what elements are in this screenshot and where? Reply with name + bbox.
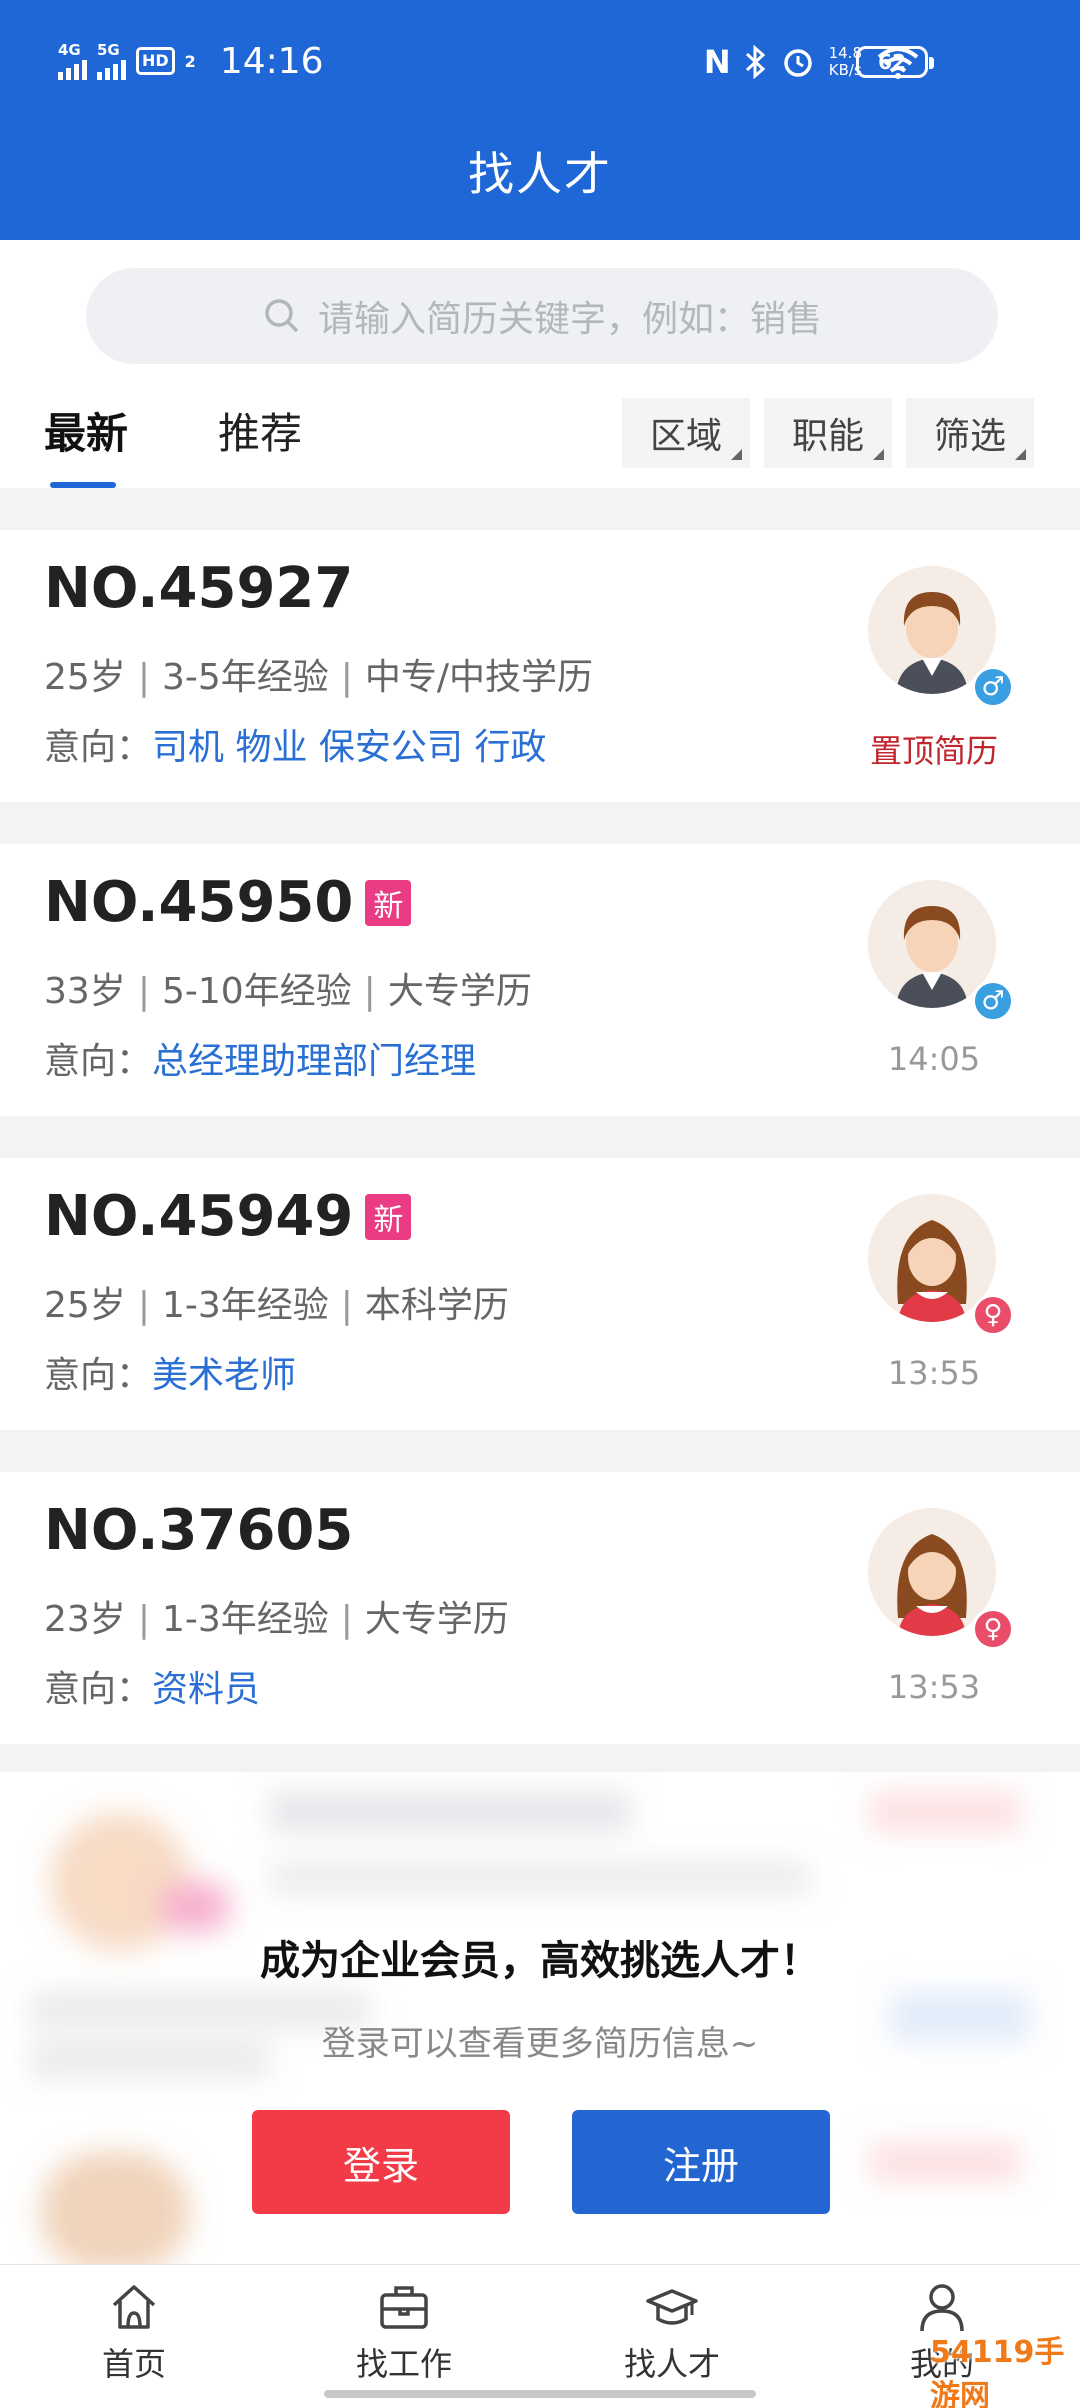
- app-header: 4G 5G HD 2 14:16 N 14.8 KB/s 62 找人才: [0, 0, 1080, 240]
- resume-number-text: NO.45927: [44, 556, 354, 621]
- male-icon: ♂: [972, 666, 1014, 708]
- education-text: 大专学历: [364, 1599, 509, 1640]
- filter-region-label: 区域: [649, 416, 722, 457]
- experience-text: 5-10年经验: [161, 971, 352, 1012]
- resume-meta: 25岁 | 3-5年经验 | 中专/中技学历: [44, 657, 594, 698]
- experience-text: 1-3年经验: [161, 1285, 329, 1326]
- signal-5g-label: 5G: [97, 40, 120, 59]
- search-input[interactable]: 请输入简历关键字，例如：销售: [86, 268, 998, 364]
- search-icon: [265, 299, 299, 333]
- resume-meta: 23岁 | 1-3年经验 | 大专学历: [44, 1599, 509, 1640]
- filter-screen-label: 筛选: [933, 416, 1006, 457]
- nav-find-job-label: 找工作: [355, 2345, 452, 2383]
- login-button[interactable]: 登录: [252, 2110, 510, 2214]
- age-text: 33岁: [44, 971, 126, 1012]
- search-placeholder: 请输入简历关键字，例如：销售: [317, 299, 822, 340]
- member-cta-title: 成为企业会员，高效挑选人才！: [260, 1938, 820, 1984]
- update-time: 13:55: [887, 1354, 981, 1392]
- resume-number: NO.37605: [44, 1498, 353, 1563]
- intent-value: 美术老师: [152, 1355, 297, 1396]
- nfc-icon: N: [703, 43, 731, 81]
- age-text: 25岁: [44, 1285, 126, 1326]
- status-bar: 4G 5G HD 2 14:16 N 14.8 KB/s 62: [0, 0, 1080, 120]
- signal-4g-label: 4G: [58, 40, 81, 59]
- education-text: 本科学历: [364, 1285, 509, 1326]
- filter-region-button[interactable]: 区域: [622, 398, 750, 468]
- experience-text: 3-5年经验: [161, 657, 329, 698]
- status-time: 14:16: [219, 40, 324, 82]
- resume-intent: 意向：司机 物业 保安公司 行政: [44, 718, 546, 770]
- intent-label: 意向：: [44, 1041, 153, 1082]
- resume-intent: 意向：资料员: [44, 1660, 260, 1712]
- intent-value: 总经理助理部门经理: [152, 1041, 477, 1082]
- male-icon: ♂: [972, 980, 1014, 1022]
- filter-screen-button[interactable]: 筛选: [906, 398, 1034, 468]
- top-resume-tag: 置顶简历: [869, 732, 998, 770]
- resume-number: NO.45927: [44, 556, 353, 621]
- intent-value: 资料员: [152, 1669, 261, 1710]
- bottom-nav: 首页 找工作 找人才 我的: [0, 2264, 1080, 2408]
- resume-card[interactable]: NO.37605 23岁 | 1-3年经验 | 大专学历 意向：资料员 ♀ 13:53: [0, 1472, 1080, 1744]
- dropdown-triangle-icon: [873, 449, 884, 460]
- female-icon: ♀: [972, 1608, 1014, 1650]
- filter-function-button[interactable]: 职能: [764, 398, 892, 468]
- intent-label: 意向：: [44, 1669, 153, 1710]
- experience-text: 1-3年经验: [161, 1599, 329, 1640]
- graduation-cap-icon: [646, 2289, 698, 2325]
- nav-find-talent[interactable]: 找人才: [592, 2279, 752, 2385]
- watermark: 54119手游网: [930, 2335, 1065, 2408]
- page-title: 找人才: [468, 147, 612, 201]
- register-button[interactable]: 注册: [572, 2110, 830, 2214]
- alarm-icon: [783, 49, 812, 77]
- member-cta-subtitle: 登录可以查看更多简历信息~: [321, 2024, 759, 2064]
- resume-number-text: NO.37605: [44, 1498, 354, 1563]
- new-badge: 新: [365, 879, 412, 926]
- tab-latest[interactable]: 最新: [44, 400, 128, 461]
- education-text: 中专/中技学历: [364, 657, 594, 698]
- resume-meta: 33岁 | 5-10年经验 | 大专学历: [44, 971, 532, 1012]
- tab-active-indicator: [50, 482, 116, 488]
- home-indicator[interactable]: [324, 2390, 756, 2398]
- update-time: 14:05: [887, 1040, 981, 1078]
- resume-number: NO.45949 新: [44, 1184, 412, 1249]
- nav-home[interactable]: 首页: [54, 2279, 214, 2385]
- dropdown-triangle-icon: [1015, 449, 1026, 460]
- age-text: 23岁: [44, 1599, 126, 1640]
- tab-recommend[interactable]: 推荐: [218, 400, 302, 461]
- dropdown-triangle-icon: [731, 449, 742, 460]
- nav-home-label: 首页: [101, 2345, 166, 2383]
- bluetooth-icon: [745, 45, 765, 79]
- battery-icon: 62: [856, 46, 934, 78]
- hd-sub-label: 2: [184, 51, 196, 71]
- resume-intent: 意向：美术老师: [44, 1346, 296, 1398]
- filter-function-label: 职能: [791, 416, 864, 457]
- intent-value: 司机 物业 保安公司 行政: [152, 727, 547, 768]
- new-badge: 新: [365, 1193, 412, 1240]
- signal-4g-icon: 4G: [58, 40, 87, 80]
- home-icon: [112, 2285, 156, 2329]
- nav-find-job[interactable]: 找工作: [324, 2279, 484, 2385]
- update-time: 13:53: [887, 1668, 981, 1706]
- resume-card[interactable]: NO.45950 新 33岁 | 5-10年经验 | 大专学历 意向：总经理助理部门经理 …: [0, 844, 1080, 1116]
- hd-voice-icon: HD: [136, 47, 175, 75]
- education-text: 大专学历: [387, 971, 532, 1012]
- resume-number-text: NO.45949: [44, 1184, 354, 1249]
- briefcase-icon: [380, 2286, 428, 2329]
- female-icon: ♀: [972, 1294, 1014, 1336]
- resume-intent: 意向：总经理助理部门经理: [44, 1032, 476, 1084]
- signal-5g-icon: 5G: [97, 40, 126, 80]
- nav-find-talent-label: 找人才: [623, 2345, 720, 2383]
- resume-card[interactable]: NO.45949 新 25岁 | 1-3年经验 | 本科学历 意向：美术老师 ♀ 13:5…: [0, 1158, 1080, 1430]
- resume-card[interactable]: NO.45927 25岁 | 3-5年经验 | 中专/中技学历 意向：司机 物业 保安公…: [0, 530, 1080, 802]
- resume-number-text: NO.45950: [44, 870, 354, 935]
- resume-meta: 25岁 | 1-3年经验 | 本科学历: [44, 1285, 509, 1326]
- intent-label: 意向：: [44, 1355, 153, 1396]
- intent-label: 意向：: [44, 727, 153, 768]
- resume-number: NO.45950 新: [44, 870, 412, 935]
- age-text: 25岁: [44, 657, 126, 698]
- status-left: 4G 5G HD 2 14:16: [58, 36, 324, 86]
